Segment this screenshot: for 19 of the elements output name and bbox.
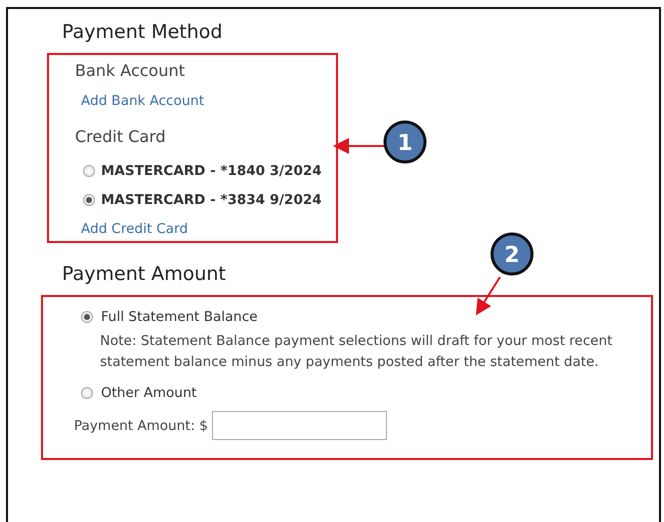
radio-button[interactable] [83,165,95,177]
section-heading: Payment Method [62,21,224,43]
section-label: Credit Card [75,127,167,146]
card-option[interactable]: MASTERCARD - *3834 9/2024 [83,192,336,208]
note-text: Note: Statement Balance payment selections will draft for your most recent statement balance minus any payments posted after the statement date. [100,332,614,372]
radio-button[interactable] [81,387,93,399]
section-label: Bank Account [75,61,186,80]
radio-button[interactable] [83,194,95,206]
add-bank-account-link[interactable]: Add Bank Account [81,93,204,109]
field-label: Payment Amount: $ [74,418,208,434]
callout-badge: 1 [384,120,426,164]
card-option[interactable]: MASTERCARD - *1840 3/2024 [83,163,336,179]
payment-amount-field[interactable] [212,411,387,440]
add-credit-card-link[interactable]: Add Credit Card [81,221,188,237]
callout-badge: 2 [490,232,534,276]
amount-option[interactable]: Full Statement Balance [81,309,651,325]
amount-option[interactable]: Other Amount [81,385,651,401]
section-heading: Payment Amount [62,263,227,285]
radio-button[interactable] [81,311,93,323]
